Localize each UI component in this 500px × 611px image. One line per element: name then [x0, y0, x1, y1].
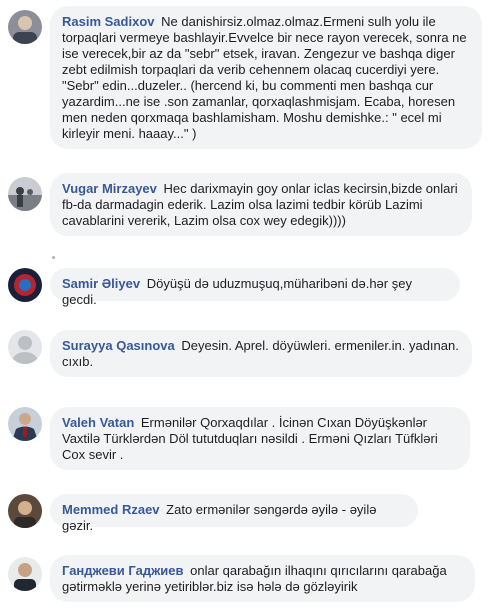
comment-author[interactable]: Surayya Qasınova	[62, 338, 175, 353]
comment-author[interactable]: Vugar Mirzayev	[62, 181, 157, 196]
comment-author[interactable]: Rasim Sadixov	[62, 14, 155, 29]
comment-bubble: Memmed Rzaev Zato ermənilər səngərdə əyi…	[50, 494, 418, 533]
avatar[interactable]	[8, 268, 42, 302]
avatar[interactable]	[8, 557, 42, 591]
comment-bubble: Rasim Sadixov Ne danishirsiz.olmaz.olmaz…	[50, 6, 482, 149]
comment-bubble: Samir Əliyev Döyüşü də uduzmuşuq,müharib…	[50, 268, 460, 307]
comment-text: Ne danishirsiz.olmaz.olmaz.Ermeni sulh y…	[62, 14, 467, 141]
avatar[interactable]	[8, 10, 42, 44]
comment-author[interactable]: Samir Əliyev	[62, 276, 140, 291]
avatar[interactable]	[8, 330, 42, 364]
avatar[interactable]	[8, 177, 42, 211]
avatar[interactable]	[8, 407, 42, 441]
comment-bubble: Valeh Vatan Ermənilər Qorxaqdılar . İcin…	[50, 407, 470, 470]
avatar[interactable]	[8, 494, 42, 528]
separator-dot	[52, 256, 55, 259]
comment-bubble: Vugar Mirzayev Hec darixmayin goy onlar …	[50, 173, 472, 236]
comment-bubble: Ганджеви Гаджиев onlar qarabağın ilhaqın…	[50, 555, 475, 602]
comment-author[interactable]: Ганджеви Гаджиев	[62, 563, 184, 578]
comment-author[interactable]: Valeh Vatan	[62, 415, 134, 430]
comment-author[interactable]: Memmed Rzaev	[62, 502, 160, 517]
comment-bubble: Surayya Qasınova Deyesin. Aprel. döyüwle…	[50, 330, 472, 377]
